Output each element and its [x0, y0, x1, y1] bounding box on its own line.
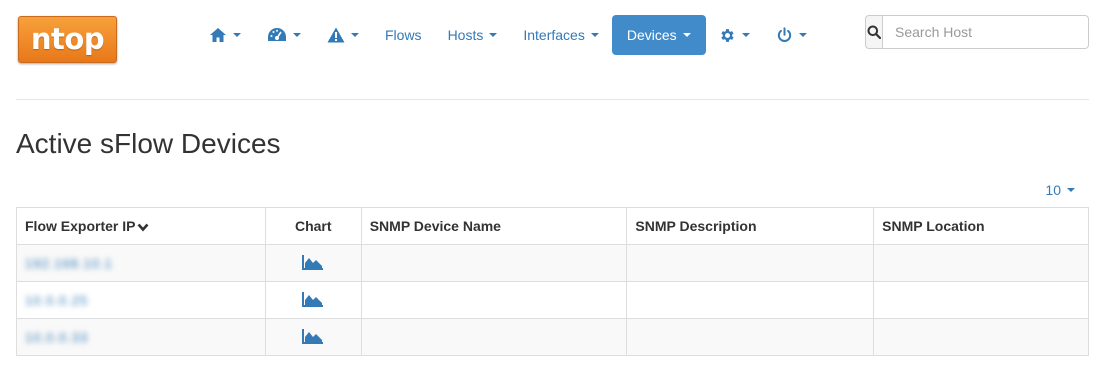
- ntop-logo[interactable]: ntop: [18, 16, 117, 63]
- col-exporter-ip[interactable]: Flow Exporter IP: [16, 207, 266, 245]
- snmp-location-cell: [873, 318, 1089, 356]
- col-snmp-description[interactable]: SNMP Description: [626, 207, 875, 245]
- chart-cell: [264, 318, 362, 356]
- snmp-description-cell: [626, 281, 875, 319]
- nav-flows[interactable]: Flows: [372, 15, 435, 55]
- alert-icon: [327, 27, 345, 43]
- col-chart[interactable]: Chart: [264, 207, 362, 245]
- search-input[interactable]: [883, 15, 1089, 49]
- home-menu[interactable]: [196, 15, 254, 55]
- col-snmp-name[interactable]: SNMP Device Name: [360, 207, 628, 245]
- snmp-name-cell: [360, 318, 628, 356]
- dashboard-icon: [268, 28, 286, 41]
- snmp-name-cell: [360, 281, 628, 319]
- exporter-ip-link[interactable]: 10.0.0.33: [25, 330, 88, 345]
- area-chart-icon[interactable]: [302, 291, 324, 307]
- host-search: [865, 15, 1089, 49]
- chevron-down-icon: [1067, 188, 1075, 192]
- col-snmp-location[interactable]: SNMP Location: [873, 207, 1089, 245]
- exporter-ip-link[interactable]: 192.168.10.1: [25, 256, 113, 271]
- power-icon: [777, 26, 791, 42]
- snmp-description-cell: [626, 318, 875, 356]
- power-menu[interactable]: [763, 15, 820, 55]
- nav-hosts[interactable]: Hosts: [435, 15, 511, 55]
- devices-table: Flow Exporter IP Chart SNMP Device Name …: [16, 207, 1089, 356]
- chart-cell: [264, 244, 362, 282]
- table-header-row: Flow Exporter IP Chart SNMP Device Name …: [16, 207, 1089, 245]
- page-title: Active sFlow Devices: [16, 128, 281, 159]
- search-icon: [867, 25, 881, 39]
- page-size-value: 10: [1045, 182, 1061, 198]
- nav-interfaces-label: Interfaces: [523, 27, 585, 43]
- nav-interfaces[interactable]: Interfaces: [510, 15, 611, 55]
- nav-hosts-label: Hosts: [447, 27, 484, 43]
- nav-devices[interactable]: Devices: [611, 15, 706, 55]
- exporter-ip-cell[interactable]: 192.168.10.1: [16, 244, 266, 282]
- nav-devices-label: Devices: [626, 27, 677, 43]
- exporter-ip-cell[interactable]: 10.0.0.33: [16, 318, 266, 356]
- nav-flows-label: Flows: [385, 27, 422, 43]
- search-button[interactable]: [865, 15, 883, 49]
- alerts-menu[interactable]: [314, 15, 372, 55]
- snmp-description-cell: [626, 244, 875, 282]
- dashboard-menu[interactable]: [254, 15, 314, 55]
- area-chart-icon[interactable]: [302, 254, 324, 270]
- table-row: 10.0.0.25: [16, 281, 1089, 319]
- settings-menu[interactable]: [706, 15, 763, 55]
- exporter-ip-cell[interactable]: 10.0.0.25: [16, 281, 266, 319]
- table-row: 10.0.0.33: [16, 318, 1089, 356]
- table-row: 192.168.10.1: [16, 244, 1089, 282]
- area-chart-icon[interactable]: [302, 328, 324, 344]
- snmp-name-cell: [360, 244, 628, 282]
- header-divider: [16, 99, 1089, 100]
- gear-icon: [721, 28, 734, 42]
- sort-chevron-down-icon: [138, 223, 149, 232]
- snmp-location-cell: [873, 281, 1089, 319]
- home-icon: [210, 28, 226, 42]
- exporter-ip-link[interactable]: 10.0.0.25: [25, 293, 88, 308]
- chart-cell: [264, 281, 362, 319]
- snmp-location-cell: [873, 244, 1089, 282]
- main-nav: Flows Hosts Interfaces Devices: [196, 15, 820, 55]
- page-size-dropdown[interactable]: 10: [1045, 182, 1075, 198]
- logo-text: ntop: [30, 21, 105, 56]
